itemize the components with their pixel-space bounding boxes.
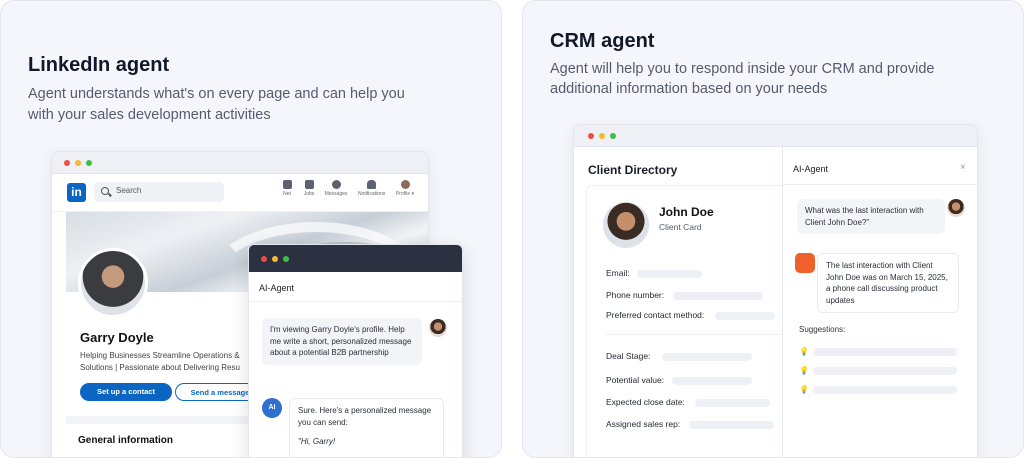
field-deal-stage-value[interactable] [662, 353, 752, 361]
field-email-label: Email: [606, 268, 630, 278]
chat-icon [331, 180, 341, 189]
divider [606, 334, 791, 335]
set-up-contact-button[interactable]: Set up a contact [80, 383, 172, 401]
close-dot[interactable] [261, 256, 267, 262]
close-icon[interactable]: × [960, 162, 966, 173]
profile-headline: Helping Businesses Streamline Operations… [80, 350, 250, 374]
field-close-date-label: Expected close date: [606, 397, 685, 407]
field-sales-rep-value[interactable] [689, 421, 774, 429]
crm-window: Client Directory John Doe Client Card Em… [573, 124, 978, 457]
window-titlebar [574, 125, 977, 147]
ai-avatar-icon: AI [262, 398, 282, 418]
client-card: John Doe Client Card Email: Phone number… [586, 185, 801, 457]
ai-agent-titlebar [249, 245, 462, 272]
nav-jobs[interactable]: Jobs [296, 180, 322, 197]
nav-messages[interactable]: Messages [323, 180, 349, 197]
bell-icon [366, 180, 376, 189]
suggestion-item[interactable]: 💡 [799, 347, 959, 357]
suggestions-label: Suggestions: [799, 325, 846, 334]
field-sales-rep-label: Assigned sales rep: [606, 419, 681, 429]
user-message-bubble: I'm viewing Garry Doyle's profile. Help … [262, 318, 422, 365]
divider [783, 184, 977, 185]
client-directory-title: Client Directory [588, 163, 678, 177]
search-placeholder: Search [116, 186, 142, 195]
card-description-line2: additional information based on your nee… [550, 81, 828, 97]
profile-avatar [78, 248, 148, 318]
maximize-dot[interactable] [86, 160, 92, 166]
minimize-dot[interactable] [599, 133, 605, 139]
client-avatar [603, 202, 649, 248]
client-name: John Doe [659, 205, 714, 219]
nav-notifications[interactable]: Notifications [358, 180, 385, 197]
ai-agent-panel: AI-Agent I'm viewing Garry Doyle's profi… [248, 244, 463, 457]
close-dot[interactable] [588, 133, 594, 139]
maximize-dot[interactable] [610, 133, 616, 139]
field-potential-value-label: Potential value: [606, 375, 665, 385]
nav-profile[interactable]: Profile ▾ [392, 180, 418, 197]
general-information-heading: General information [78, 435, 174, 446]
ai-reply-quote: "Hi, Garry! [298, 437, 336, 446]
lightbulb-icon: 💡 [799, 366, 809, 375]
field-email-value[interactable] [637, 270, 702, 278]
card-title: LinkedIn agent [28, 54, 170, 76]
window-titlebar [52, 152, 428, 174]
divider [249, 301, 462, 302]
suggestion-item[interactable]: 💡 [799, 385, 959, 395]
user-avatar [429, 319, 447, 337]
field-close-date-value[interactable] [695, 399, 770, 407]
linkedin-logo-icon[interactable]: in [67, 183, 86, 202]
briefcase-icon [304, 180, 314, 189]
lightbulb-icon: 💡 [799, 347, 809, 356]
field-phone-label: Phone number: [606, 290, 665, 300]
field-contact-method-label: Preferred contact method: [606, 310, 705, 320]
headline-line2: Solutions | Passionate about Delivering … [80, 363, 240, 372]
search-input[interactable]: Search [94, 182, 224, 202]
maximize-dot[interactable] [283, 256, 289, 262]
card-title: CRM agent [550, 30, 655, 52]
field-deal-stage-label: Deal Stage: [606, 351, 651, 361]
suggestion-item[interactable]: 💡 [799, 366, 959, 376]
minimize-dot[interactable] [75, 160, 81, 166]
crm-agent-card: CRM agent Agent will help you to respond… [522, 0, 1024, 458]
ai-reply-bubble: The last interaction with Client John Do… [817, 253, 959, 313]
profile-name: Garry Doyle [80, 330, 154, 345]
field-contact-method-value[interactable] [715, 312, 775, 320]
field-potential-value-value[interactable] [672, 377, 752, 385]
user-avatar [947, 199, 965, 217]
linkedin-topbar: in Search Net Jobs Messages Notification… [52, 174, 428, 212]
ai-reply-text: Sure. Here's a personalized message you … [298, 406, 432, 427]
close-dot[interactable] [64, 160, 70, 166]
ai-agent-title: AI-Agent [259, 283, 295, 293]
network-icon [282, 180, 292, 189]
headline-line1: Helping Businesses Streamline Operations… [80, 351, 240, 360]
minimize-dot[interactable] [272, 256, 278, 262]
card-description-line1: Agent will help you to respond inside yo… [550, 61, 935, 77]
user-message-bubble: What was the last interaction with Clien… [797, 199, 945, 234]
crm-ai-logo-icon [795, 253, 815, 273]
card-description-line1: Agent understands what's on every page a… [28, 86, 405, 102]
ai-reply-bubble: Sure. Here's a personalized message you … [289, 398, 444, 457]
crm-ai-agent-panel: AI-Agent × What was the last interaction… [782, 147, 977, 457]
linkedin-agent-card: LinkedIn agent Agent understands what's … [0, 0, 502, 458]
lightbulb-icon: 💡 [799, 385, 809, 394]
card-description-line2: with your sales development activities [28, 107, 271, 123]
field-phone-value[interactable] [673, 292, 763, 300]
search-icon [101, 187, 109, 195]
client-subtitle: Client Card [659, 222, 702, 232]
ai-agent-title: AI-Agent [793, 164, 829, 174]
profile-avatar-icon [400, 180, 410, 189]
